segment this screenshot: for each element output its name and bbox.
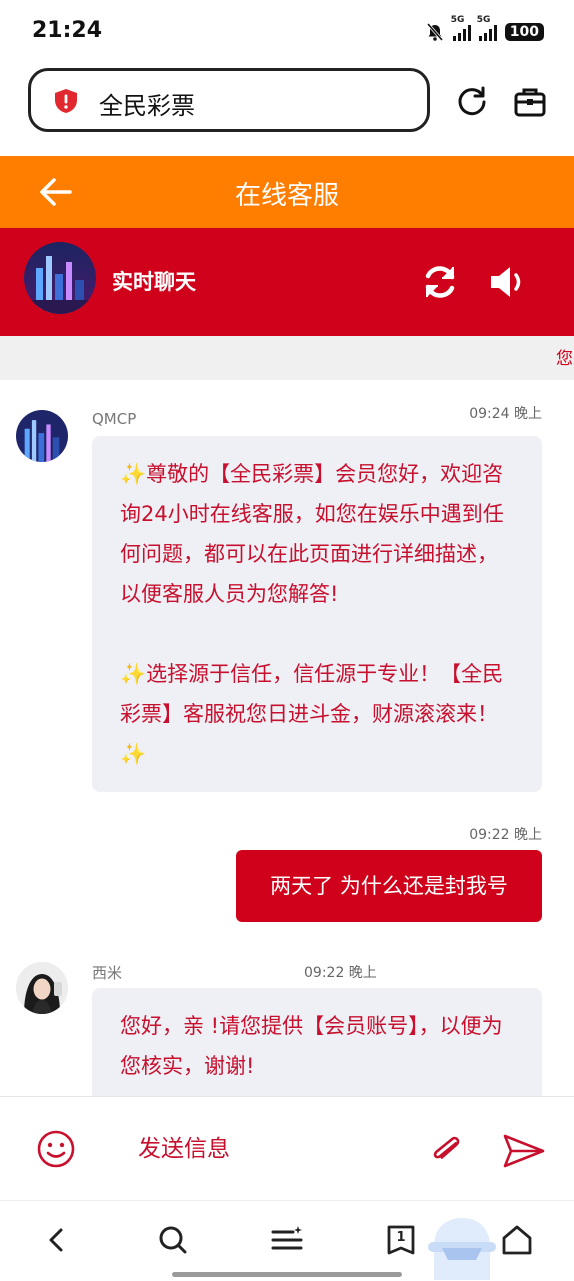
network-type-1: 5G [450, 15, 465, 25]
message-bubble-incoming: 您好，亲 !请您提供【会员账号】，以便为您核实，谢谢! [92, 988, 542, 1108]
reload-icon[interactable] [454, 84, 490, 120]
message-text: ✨尊敬的【全民彩票】会员您好，欢迎咨询24小时在线客服，如您在娱乐中遇到任何问题… [120, 462, 504, 606]
refresh-icon[interactable] [420, 262, 460, 302]
battery-level: 100 [504, 23, 544, 41]
city-night-image [16, 410, 68, 462]
agent-photo-image [16, 962, 68, 1014]
search-icon[interactable] [156, 1223, 190, 1257]
message-text: ✨选择源于信任，信任源于专业！【全民彩票】客服祝您日进斗金，财源滚滚来！ ✨ [120, 662, 504, 766]
page-header: 在线客服 [0, 156, 574, 228]
message-time: 09:22 晚上 [469, 827, 542, 843]
status-time: 21:24 [32, 18, 103, 43]
message-time: 09:24 晚上 [469, 406, 542, 422]
chat-bar: 实时聊天 [0, 228, 574, 336]
home-icon[interactable] [500, 1223, 534, 1257]
notice-marquee: 您 [0, 336, 574, 380]
message-bubble-incoming: ✨尊敬的【全民彩票】会员您好，欢迎咨询24小时在线客服，如您在娱乐中遇到任何问题… [92, 436, 542, 792]
tabs-count: 1 [396, 1230, 406, 1245]
back-arrow-icon[interactable] [38, 176, 74, 208]
message-time: 09:22 晚上 [304, 965, 377, 981]
message-sender: 西米 [92, 964, 123, 982]
menu-icon[interactable] [270, 1223, 304, 1257]
signal-2-icon: 5G [477, 15, 497, 41]
notice-text: 您 [556, 349, 573, 369]
message-avatar [16, 410, 68, 462]
message-text: 您好，亲 !请您提供【会员账号】，以便为您核实，谢谢! [120, 1014, 503, 1078]
message-sender: QMCP [92, 410, 137, 428]
network-type-2: 5G [476, 15, 491, 25]
volume-icon[interactable] [488, 262, 528, 302]
service-avatar [24, 242, 96, 314]
tabs-button[interactable]: 1 [384, 1223, 418, 1257]
assistant-icon[interactable] [426, 1216, 498, 1280]
shield-icon[interactable] [53, 88, 79, 114]
mute-bell-icon [426, 23, 443, 41]
message-input-bar: 发送信息 [0, 1096, 574, 1201]
page-title: 在线客服 [234, 181, 339, 211]
message-input[interactable]: 发送信息 [138, 1129, 230, 1163]
signal-1-icon: 5G [451, 15, 471, 41]
city-night-image [24, 242, 96, 314]
back-icon[interactable] [40, 1223, 74, 1257]
send-icon[interactable] [502, 1131, 546, 1171]
address-bar[interactable]: 全民彩票 [28, 68, 430, 132]
status-bar: 21:24 5G 5G 100 [0, 0, 574, 60]
paperclip-icon[interactable] [426, 1129, 466, 1169]
chat-bar-title: 实时聊天 [112, 270, 196, 294]
message-avatar [16, 962, 68, 1014]
message-bubble-outgoing: 两天了 为什么还是封我号 [236, 850, 542, 922]
status-icons: 5G 5G 100 [425, 15, 544, 42]
message-text: 两天了 为什么还是封我号 [270, 874, 508, 898]
home-indicator[interactable] [172, 1272, 402, 1277]
emoji-icon[interactable] [36, 1129, 76, 1169]
site-title: 全民彩票 [99, 92, 195, 120]
toolbox-icon[interactable] [512, 84, 548, 120]
